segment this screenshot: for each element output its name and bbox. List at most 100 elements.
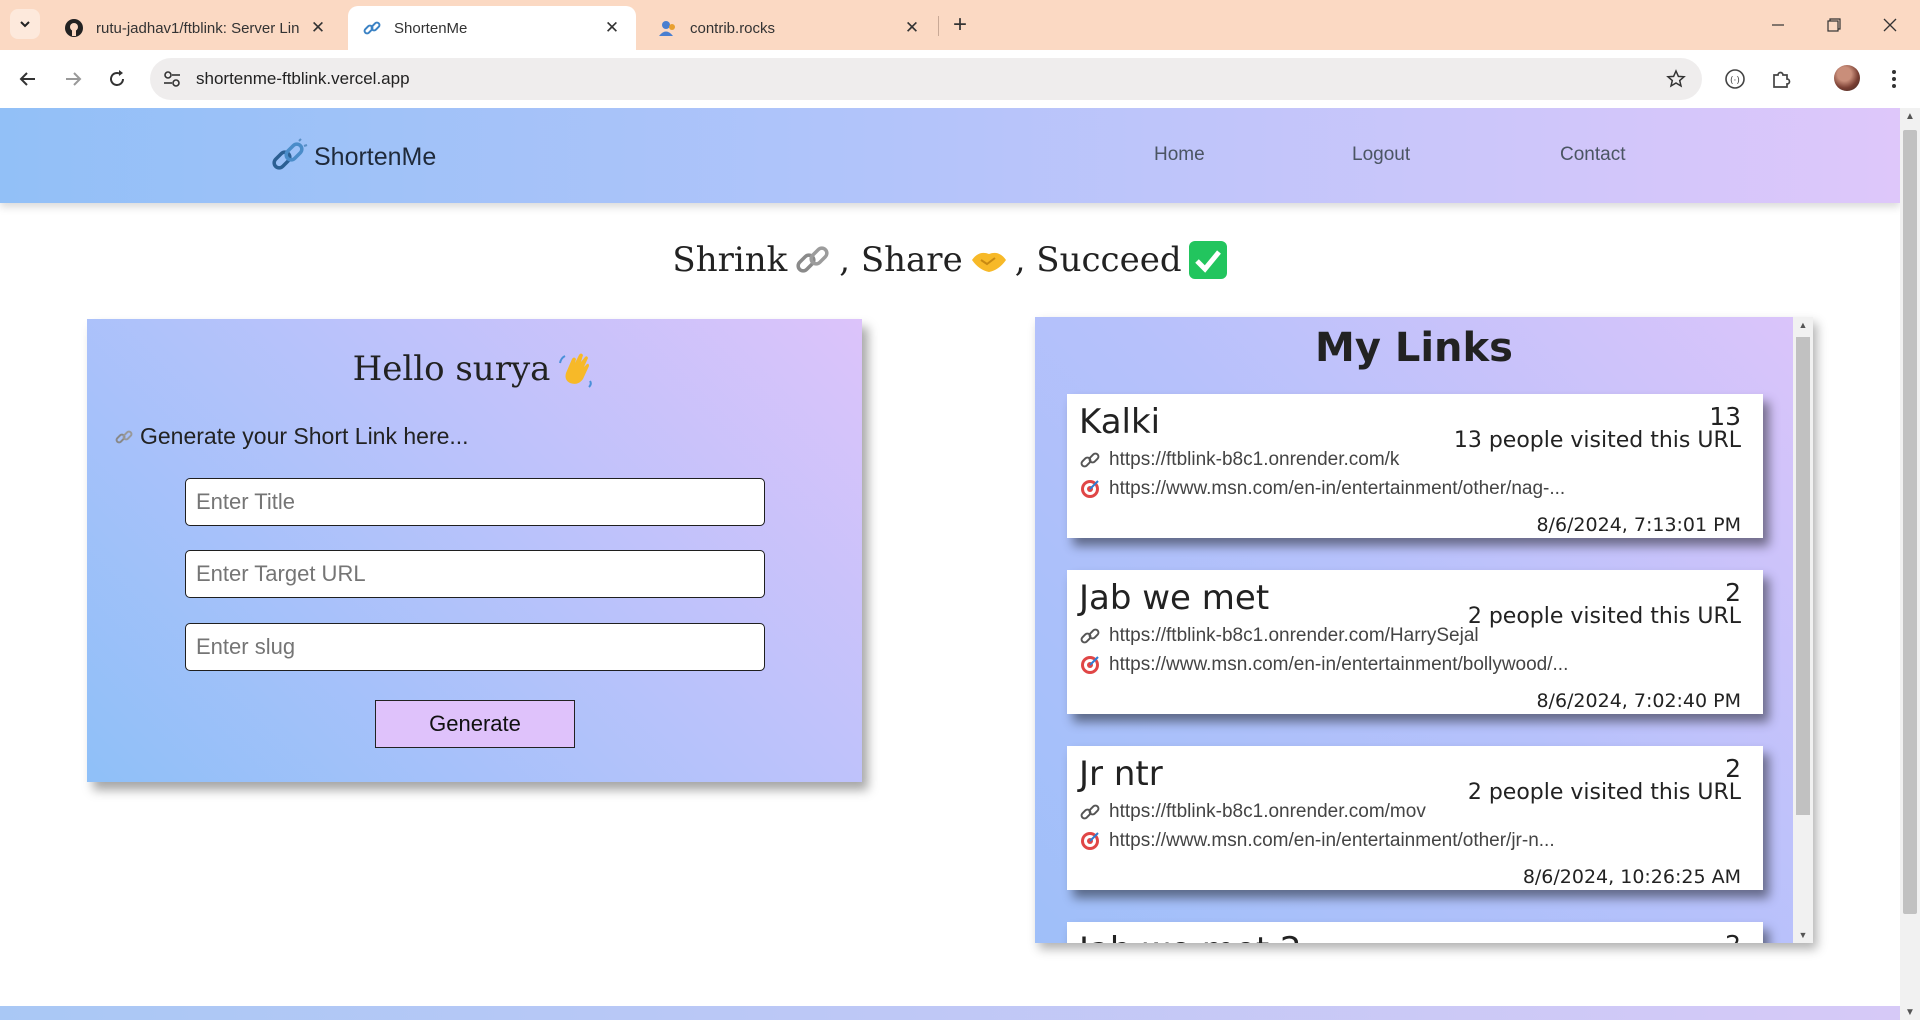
nav-home[interactable]: Home (1154, 144, 1205, 166)
close-icon[interactable]: ✕ (602, 18, 622, 38)
browser-toolbar: shortenme-ftblink.vercel.app (·) (0, 50, 1920, 108)
scroll-down-icon[interactable]: ▼ (1793, 927, 1813, 943)
tab-separator (938, 16, 939, 36)
target-url-link[interactable]: https://www.msn.com/en-in/entertainment/… (1109, 478, 1565, 500)
target-icon (1079, 478, 1101, 500)
minimize-button[interactable] (1750, 0, 1806, 50)
visit-count: 13 (1709, 402, 1741, 431)
shorten-form-card: Hello surya Generate your Short Link her… (87, 319, 862, 782)
forward-button[interactable] (55, 61, 91, 97)
minimize-icon (1772, 24, 1784, 26)
scrollbar-thumb[interactable] (1796, 337, 1810, 815)
title-input[interactable] (185, 478, 765, 526)
target-icon (1079, 654, 1101, 676)
nav-logout[interactable]: Logout (1352, 144, 1410, 166)
back-button[interactable] (10, 61, 46, 97)
tab-github[interactable]: rutu-jadhav1/ftblink: Server Lin ✕ (50, 6, 342, 50)
address-bar[interactable]: shortenme-ftblink.vercel.app (150, 58, 1702, 100)
tab-shortenme[interactable]: ShortenMe ✕ (348, 6, 636, 50)
scroll-up-icon[interactable]: ▲ (1793, 317, 1813, 333)
link-icon (362, 18, 382, 38)
tab-contrib-rocks[interactable]: contrib.rocks ✕ (644, 6, 936, 50)
profile-avatar[interactable] (1834, 65, 1860, 91)
short-url-link[interactable]: https://ftblink-b8c1.onrender.com/k (1109, 449, 1399, 471)
bookmark-star-icon[interactable] (1664, 67, 1688, 91)
reload-button[interactable] (99, 61, 135, 97)
created-date: 8/6/2024, 7:13:01 PM (1536, 514, 1741, 536)
site-settings-icon[interactable] (162, 69, 182, 89)
tagline-share: , Share (839, 240, 963, 280)
created-date: 8/6/2024, 10:26:25 AM (1522, 866, 1741, 888)
link-card[interactable]: Jr ntr 2 2 people visited this URL https… (1067, 746, 1763, 890)
link-icon (115, 430, 133, 443)
short-url-link[interactable]: https://ftblink-b8c1.onrender.com/mov (1109, 801, 1426, 823)
arrow-left-icon (19, 72, 35, 86)
close-icon (1883, 18, 1897, 32)
target-url-input[interactable] (185, 550, 765, 598)
greeting: Hello surya (87, 349, 862, 389)
extension-icon[interactable]: (·) (1719, 63, 1751, 95)
handshake-icon (969, 240, 1009, 280)
puzzle-extensions-icon[interactable] (1765, 63, 1797, 95)
reload-icon (110, 70, 124, 86)
address-url[interactable]: shortenme-ftblink.vercel.app (196, 69, 410, 89)
restore-button[interactable] (1806, 0, 1862, 50)
site-navbar: ShortenMe Home Logout Contact (0, 108, 1900, 203)
created-date: 8/6/2024, 7:02:40 PM (1536, 690, 1741, 712)
target-url-link[interactable]: https://www.msn.com/en-in/entertainment/… (1109, 654, 1568, 676)
page-viewport: ShortenMe Home Logout Contact Shrink , S… (0, 108, 1920, 1020)
nav-contact[interactable]: Contact (1560, 144, 1625, 166)
link-card[interactable]: Jab we met 2 2 (1067, 922, 1763, 943)
close-window-button[interactable] (1862, 0, 1918, 50)
check-mark-icon (1188, 240, 1228, 280)
chain-link-icon (272, 138, 308, 170)
scroll-up-icon[interactable]: ▲ (1900, 108, 1920, 124)
waving-hand-icon (556, 349, 596, 389)
generate-label: Generate your Short Link here... (114, 423, 469, 450)
link-title: Jab we met (1079, 578, 1270, 618)
page-scrollbar[interactable]: ▲ ▼ (1900, 108, 1920, 1020)
tagline: Shrink , Share , Succeed (0, 240, 1900, 280)
short-url-link[interactable]: https://ftblink-b8c1.onrender.com/HarryS… (1109, 625, 1479, 647)
tagline-shrink: Shrink (672, 240, 788, 280)
my-links-heading: My Links (1315, 325, 1513, 371)
chevron-down-icon (20, 21, 30, 28)
target-icon (1079, 830, 1101, 852)
page-footer (0, 1006, 1900, 1020)
my-links-panel[interactable]: My Links Kalki 13 13 people visited this… (1035, 317, 1813, 943)
arrow-right-icon (66, 72, 82, 86)
generate-label-text: Generate your Short Link here... (140, 423, 469, 449)
greeting-text: Hello surya (352, 349, 551, 389)
link-card[interactable]: Kalki 13 13 people visited this URL http… (1067, 394, 1763, 538)
generate-button[interactable]: Generate (375, 700, 575, 748)
tab-search-button[interactable] (10, 9, 40, 39)
brand-name: ShortenMe (314, 142, 437, 171)
browser-tab-strip: rutu-jadhav1/ftblink: Server Lin ✕ Short… (0, 0, 1920, 50)
close-icon[interactable]: ✕ (308, 18, 328, 38)
target-url-link[interactable]: https://www.msn.com/en-in/entertainment/… (1109, 830, 1555, 852)
visit-count: 2 (1725, 754, 1741, 783)
tagline-succeed: , Succeed (1014, 240, 1182, 280)
menu-kebab-icon[interactable] (1878, 63, 1910, 95)
link-card[interactable]: Jab we met 2 2 people visited this URL h… (1067, 570, 1763, 714)
github-icon (64, 18, 84, 38)
visit-count: 2 (1725, 578, 1741, 607)
link-icon (793, 240, 833, 280)
links-scrollbar[interactable]: ▲ ▼ (1793, 317, 1813, 943)
visit-text: 2 people visited this URL (1467, 780, 1741, 805)
tab-title: rutu-jadhav1/ftblink: Server Lin (96, 19, 300, 37)
scroll-down-icon[interactable]: ▼ (1900, 1004, 1920, 1020)
brand-logo-link[interactable]: ShortenMe (270, 138, 436, 176)
visit-text: 13 people visited this URL (1453, 428, 1741, 453)
restore-icon (1827, 18, 1841, 32)
new-tab-button[interactable]: + (945, 10, 975, 40)
chain-icon (1079, 625, 1101, 647)
scrollbar-thumb[interactable] (1903, 130, 1917, 914)
tab-title: contrib.rocks (690, 19, 776, 37)
link-title: Jr ntr (1079, 754, 1163, 794)
tab-title: ShortenMe (394, 19, 468, 37)
slug-input[interactable] (185, 623, 765, 671)
close-icon[interactable]: ✕ (902, 18, 922, 38)
people-icon (658, 18, 678, 38)
chain-icon (1079, 449, 1101, 471)
